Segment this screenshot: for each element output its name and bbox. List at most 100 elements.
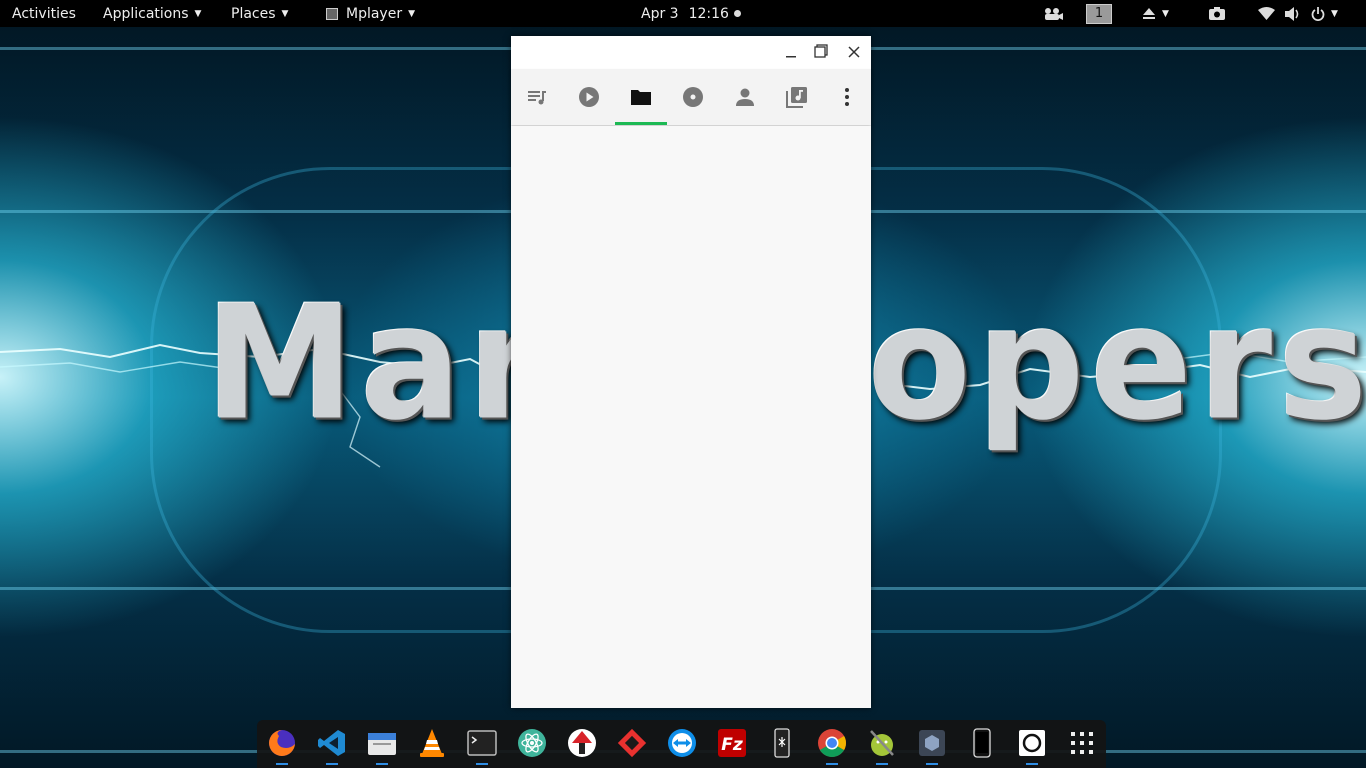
vscode-icon bbox=[318, 730, 345, 756]
dock-kde-connect[interactable] bbox=[767, 728, 797, 758]
play-circle-icon bbox=[579, 87, 599, 107]
system-menu[interactable]: ▼ bbox=[1258, 0, 1338, 27]
teamviewer-icon bbox=[668, 729, 696, 757]
maximize-icon bbox=[814, 44, 828, 58]
android-studio-icon bbox=[870, 730, 894, 756]
workspace-number: 1 bbox=[1086, 3, 1112, 24]
virtualbox-icon bbox=[919, 730, 945, 756]
chevron-down-icon: ▼ bbox=[1331, 8, 1338, 19]
dock-screenshot-tool[interactable] bbox=[1017, 728, 1047, 765]
clock-date: Apr 3 bbox=[641, 5, 679, 22]
dock-virtualbox[interactable] bbox=[917, 728, 947, 765]
camera-group-icon bbox=[1045, 7, 1063, 20]
firefox-icon bbox=[269, 730, 295, 756]
svg-text:Fz: Fz bbox=[721, 735, 743, 755]
notification-dot bbox=[733, 10, 741, 17]
app-menu-label: Mplayer bbox=[346, 5, 403, 22]
places-label: Places bbox=[231, 5, 276, 22]
kde-connect-icon bbox=[774, 728, 790, 758]
music-library-icon bbox=[786, 87, 807, 108]
running-indicator bbox=[476, 763, 488, 765]
tab-now-playing[interactable] bbox=[563, 69, 615, 125]
dock-vscode[interactable] bbox=[317, 728, 347, 765]
tab-folders[interactable] bbox=[615, 69, 667, 125]
dock-phone[interactable] bbox=[967, 728, 997, 758]
dock-anydesk[interactable] bbox=[617, 728, 647, 758]
app-menu[interactable]: Mplayer ▼ bbox=[326, 0, 415, 27]
folder-icon bbox=[631, 90, 651, 105]
chevron-down-icon: ▼ bbox=[1162, 8, 1169, 19]
running-indicator bbox=[376, 763, 388, 765]
filezilla-icon: Fz bbox=[718, 729, 746, 757]
workspace-indicator[interactable]: 1 bbox=[1086, 0, 1112, 27]
close-button[interactable] bbox=[845, 44, 863, 62]
top-bar: Activities Applications ▼ Places ▼ Mplay… bbox=[0, 0, 1366, 27]
phone-icon bbox=[973, 728, 991, 758]
dock: Fz bbox=[257, 720, 1106, 768]
dock-chrome[interactable] bbox=[817, 728, 847, 765]
minimize-button[interactable] bbox=[782, 44, 800, 62]
window-titlebar[interactable] bbox=[511, 36, 871, 69]
screenshot-tool-icon bbox=[1019, 730, 1045, 756]
tab-playlist[interactable] bbox=[511, 69, 563, 125]
dock-android-studio[interactable] bbox=[867, 728, 897, 765]
clock-time: 12:16 bbox=[688, 5, 729, 22]
volume-icon bbox=[1285, 6, 1299, 21]
running-indicator bbox=[926, 763, 938, 765]
eject-icon bbox=[1143, 7, 1155, 19]
playlist-icon bbox=[528, 91, 546, 105]
artist-person-icon bbox=[736, 88, 754, 106]
power-icon bbox=[1311, 6, 1325, 21]
maximize-button[interactable] bbox=[812, 44, 830, 62]
show-applications-button[interactable] bbox=[1067, 728, 1097, 758]
dock-atom[interactable] bbox=[517, 728, 547, 758]
album-disc-icon bbox=[683, 87, 703, 107]
activities-label: Activities bbox=[12, 5, 76, 22]
activities-button[interactable]: Activities bbox=[12, 0, 76, 27]
dock-app-red-white[interactable] bbox=[567, 728, 597, 758]
red-white-app-icon bbox=[568, 729, 596, 757]
places-menu[interactable]: Places ▼ bbox=[231, 0, 288, 27]
tab-toolbar bbox=[511, 69, 871, 125]
terminal-icon bbox=[467, 730, 497, 756]
app-window-icon bbox=[326, 7, 338, 20]
running-indicator bbox=[1026, 763, 1038, 765]
eject-menu[interactable]: ▼ bbox=[1142, 0, 1169, 27]
dock-filezilla[interactable]: Fz bbox=[717, 728, 747, 758]
dock-terminal[interactable] bbox=[467, 728, 497, 765]
camera-icon bbox=[1209, 7, 1225, 20]
tab-library[interactable] bbox=[771, 69, 823, 125]
file-manager-icon bbox=[368, 733, 396, 755]
app-grid-icon bbox=[1071, 732, 1093, 754]
clock[interactable]: Apr 3 12:16 bbox=[641, 0, 741, 27]
close-icon bbox=[848, 46, 860, 58]
screenshot-indicator[interactable] bbox=[1209, 0, 1225, 27]
dock-teamviewer[interactable] bbox=[667, 728, 697, 758]
chevron-down-icon: ▼ bbox=[408, 8, 416, 19]
chrome-icon bbox=[818, 729, 846, 757]
dock-files[interactable] bbox=[367, 728, 397, 765]
chevron-down-icon: ▼ bbox=[281, 8, 289, 19]
applications-label: Applications bbox=[103, 5, 189, 22]
running-indicator bbox=[276, 763, 288, 765]
atom-icon bbox=[518, 729, 546, 757]
folder-content-area[interactable] bbox=[511, 126, 871, 708]
running-indicator bbox=[326, 763, 338, 765]
mplayer-window bbox=[511, 36, 871, 708]
tab-albums[interactable] bbox=[667, 69, 719, 125]
more-vert-icon bbox=[845, 88, 849, 106]
anydesk-icon bbox=[617, 728, 647, 758]
video-call-indicator[interactable] bbox=[1044, 0, 1064, 27]
wifi-icon bbox=[1258, 7, 1275, 20]
dock-vlc[interactable] bbox=[417, 728, 447, 758]
chevron-down-icon: ▼ bbox=[194, 8, 202, 19]
dock-firefox[interactable] bbox=[267, 728, 297, 765]
tab-artists[interactable] bbox=[719, 69, 771, 125]
minimize-icon bbox=[786, 56, 796, 58]
running-indicator bbox=[826, 763, 838, 765]
wallpaper-text-right: opers bbox=[868, 272, 1366, 456]
applications-menu[interactable]: Applications ▼ bbox=[103, 0, 201, 27]
vlc-cone-icon bbox=[420, 729, 444, 757]
overflow-menu-button[interactable] bbox=[821, 69, 873, 125]
running-indicator bbox=[876, 763, 888, 765]
